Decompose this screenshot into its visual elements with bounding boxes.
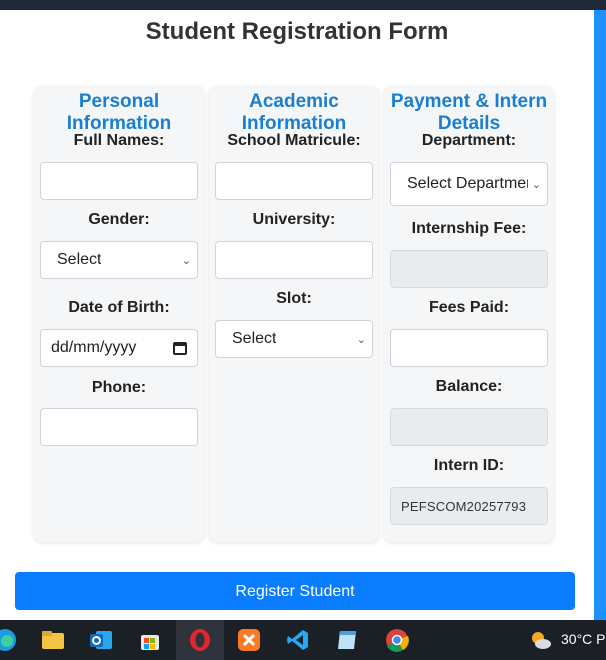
intern-id-field: PEFSCOM20257793 — [390, 487, 548, 525]
window-top-strip — [0, 0, 606, 10]
payment-heading: Payment & Intern Details — [390, 91, 548, 134]
university-label: University: — [252, 211, 336, 228]
internship-fee-input — [390, 250, 548, 288]
fees-paid-input[interactable] — [390, 329, 548, 367]
slot-select[interactable]: Select ⌄ — [215, 320, 373, 358]
department-label: Department: — [421, 132, 517, 149]
edge-icon[interactable] — [0, 627, 18, 653]
phone-input[interactable] — [40, 408, 198, 446]
notepad-icon[interactable] — [334, 627, 360, 653]
slot-label: Slot: — [276, 290, 312, 307]
department-select-value: Select Department — [407, 175, 528, 192]
xampp-icon[interactable] — [236, 627, 262, 653]
full-names-label: Full Names: — [73, 132, 165, 149]
balance-label: Balance: — [435, 378, 503, 395]
registration-page: Student Registration Form Personal Infor… — [0, 10, 594, 620]
gender-label: Gender: — [88, 211, 150, 228]
weather-icon[interactable] — [530, 630, 552, 650]
temperature-readout: 30°C P — [561, 631, 606, 647]
academic-heading: Academic Information — [241, 91, 347, 134]
department-select[interactable]: Select Department ⌄ — [390, 162, 548, 206]
slot-select-value: Select — [232, 330, 277, 347]
academic-information-card: Academic Information School Matricule: U… — [209, 86, 379, 542]
dob-input[interactable]: dd/mm/yyyy — [40, 329, 198, 367]
file-explorer-icon[interactable] — [40, 627, 66, 653]
chevron-down-icon: ⌄ — [181, 254, 191, 267]
matricule-input[interactable] — [215, 162, 373, 200]
balance-input — [390, 408, 548, 446]
matricule-label: School Matricule: — [227, 132, 361, 149]
intern-id-value: PEFSCOM20257793 — [401, 498, 527, 514]
gender-select[interactable]: Select ⌄ — [40, 241, 198, 279]
chrome-icon[interactable] — [384, 627, 410, 653]
internship-fee-label: Internship Fee: — [411, 220, 527, 237]
personal-heading: Personal Information — [66, 91, 172, 134]
chevron-down-icon: ⌄ — [531, 178, 541, 191]
vscode-icon[interactable] — [285, 627, 311, 653]
register-student-button[interactable]: Register Student — [15, 572, 575, 610]
outlook-icon[interactable] — [88, 627, 114, 653]
taskbar: 30°C P — [0, 620, 606, 660]
window-edge-strip — [594, 10, 606, 620]
full-names-input[interactable] — [40, 162, 198, 200]
page-title: Student Registration Form — [145, 18, 449, 45]
phone-label: Phone: — [91, 379, 147, 396]
dob-label: Date of Birth: — [68, 299, 170, 316]
intern-id-label: Intern ID: — [433, 457, 505, 474]
calendar-icon[interactable] — [173, 341, 187, 355]
chevron-down-icon: ⌄ — [356, 333, 366, 346]
opera-icon[interactable] — [187, 627, 213, 653]
personal-information-card: Personal Information Full Names: Gender:… — [34, 86, 204, 542]
university-input[interactable] — [215, 241, 373, 279]
fees-paid-label: Fees Paid: — [428, 299, 510, 316]
payment-details-card: Payment & Intern Details Department: Sel… — [384, 86, 554, 542]
store-icon[interactable] — [137, 627, 163, 653]
gender-select-value: Select — [57, 251, 102, 268]
dob-placeholder: dd/mm/yyyy — [51, 339, 137, 356]
